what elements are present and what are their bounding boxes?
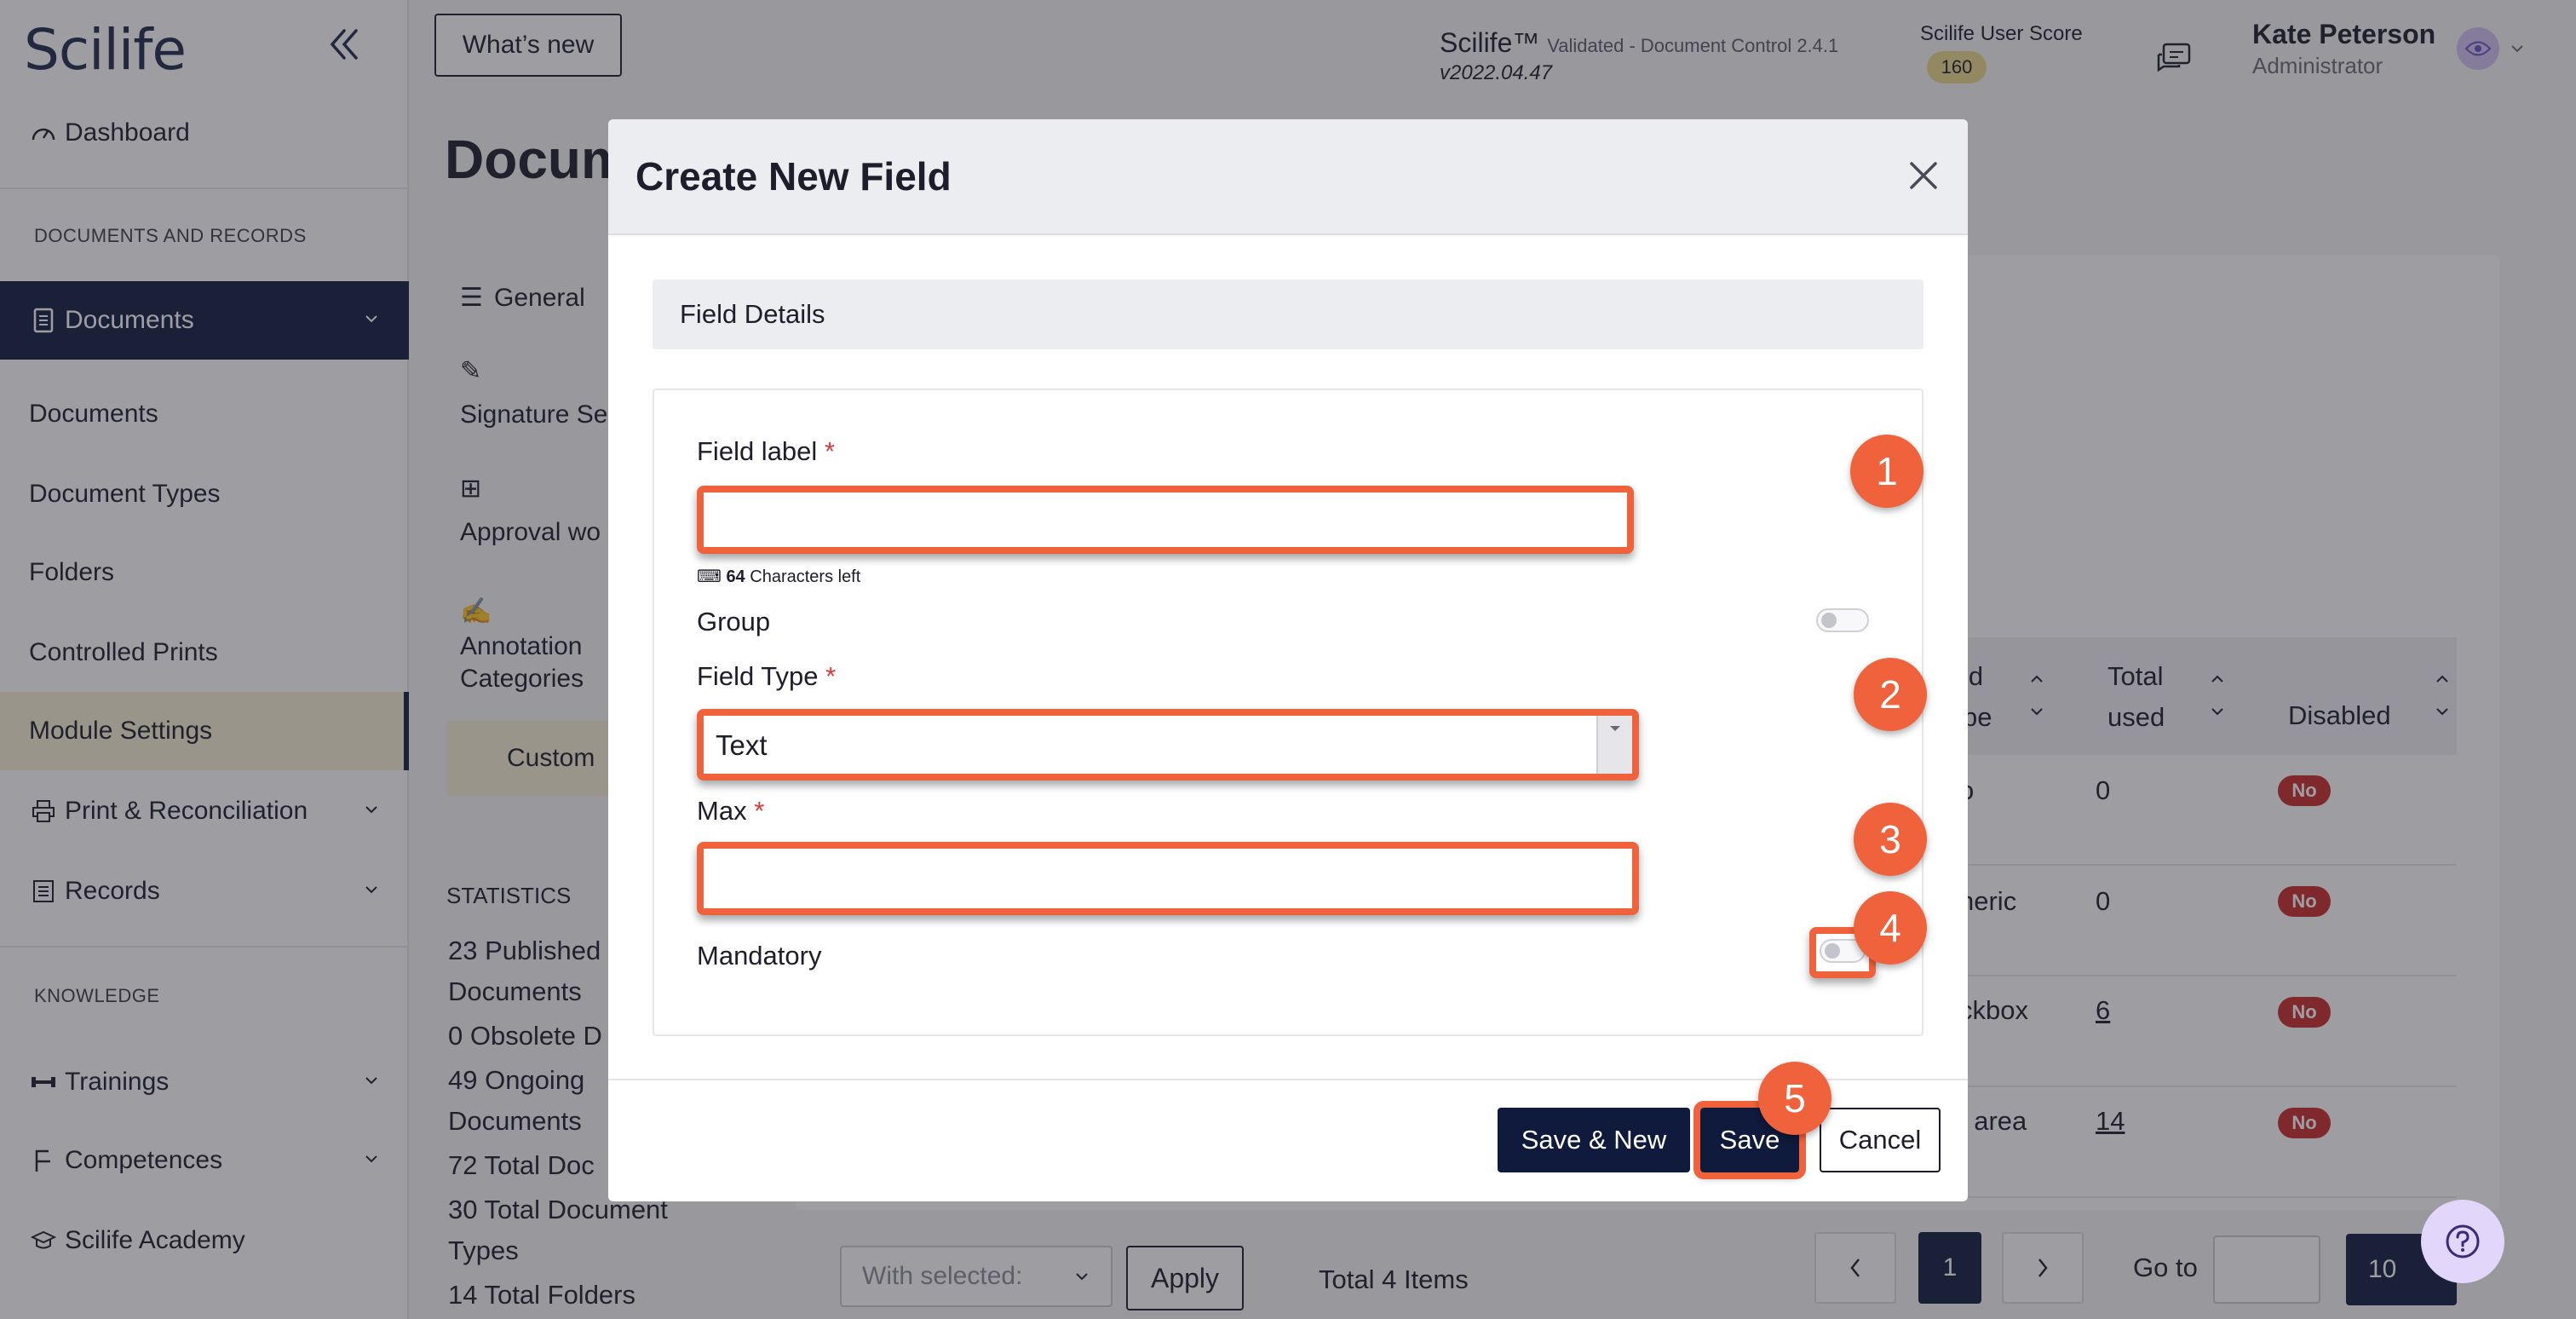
required-mark: * [825, 661, 837, 691]
characters-left: ⌨ 64 Characters left [697, 566, 860, 587]
max-input[interactable] [697, 842, 1639, 915]
characters-left-text: Characters left [750, 567, 861, 586]
characters-left-count: 64 [726, 567, 745, 586]
create-field-modal: Create New Field Field Details Field lab… [608, 119, 1968, 1201]
required-mark: * [824, 436, 836, 466]
field-type-label: Field Type * [697, 661, 836, 692]
label-text: Field label [697, 436, 818, 466]
save-and-new-button[interactable]: Save & New [1498, 1108, 1690, 1172]
field-type-select[interactable]: Text [697, 709, 1639, 780]
callout-marker: 2 [1854, 658, 1927, 731]
group-label: Group [697, 607, 771, 636]
modal-header: Create New Field [608, 119, 1968, 235]
callout-marker: 5 [1758, 1062, 1831, 1135]
required-mark: * [754, 796, 765, 826]
label-text: Field Type [697, 661, 819, 691]
chevron-down-icon [1596, 716, 1632, 774]
section-title-field-details: Field Details [653, 279, 1923, 349]
group-toggle[interactable] [1816, 608, 1869, 632]
max-label: Max * [697, 796, 764, 827]
callout-marker: 3 [1854, 803, 1927, 876]
field-label-label: Field label * [697, 436, 835, 467]
callout-marker: 4 [1854, 891, 1927, 965]
help-icon [2446, 1224, 2480, 1259]
cancel-button[interactable]: Cancel [1820, 1108, 1941, 1172]
close-icon[interactable] [1903, 155, 1944, 196]
field-type-value: Text [716, 729, 768, 761]
callout-marker: 1 [1850, 435, 1923, 508]
keyboard-icon: ⌨ [697, 567, 722, 586]
label-text: Max [697, 796, 747, 826]
field-label-input[interactable] [697, 486, 1634, 554]
mandatory-label: Mandatory [697, 941, 822, 971]
help-button[interactable] [2421, 1200, 2504, 1283]
modal-title: Create New Field [635, 154, 952, 199]
